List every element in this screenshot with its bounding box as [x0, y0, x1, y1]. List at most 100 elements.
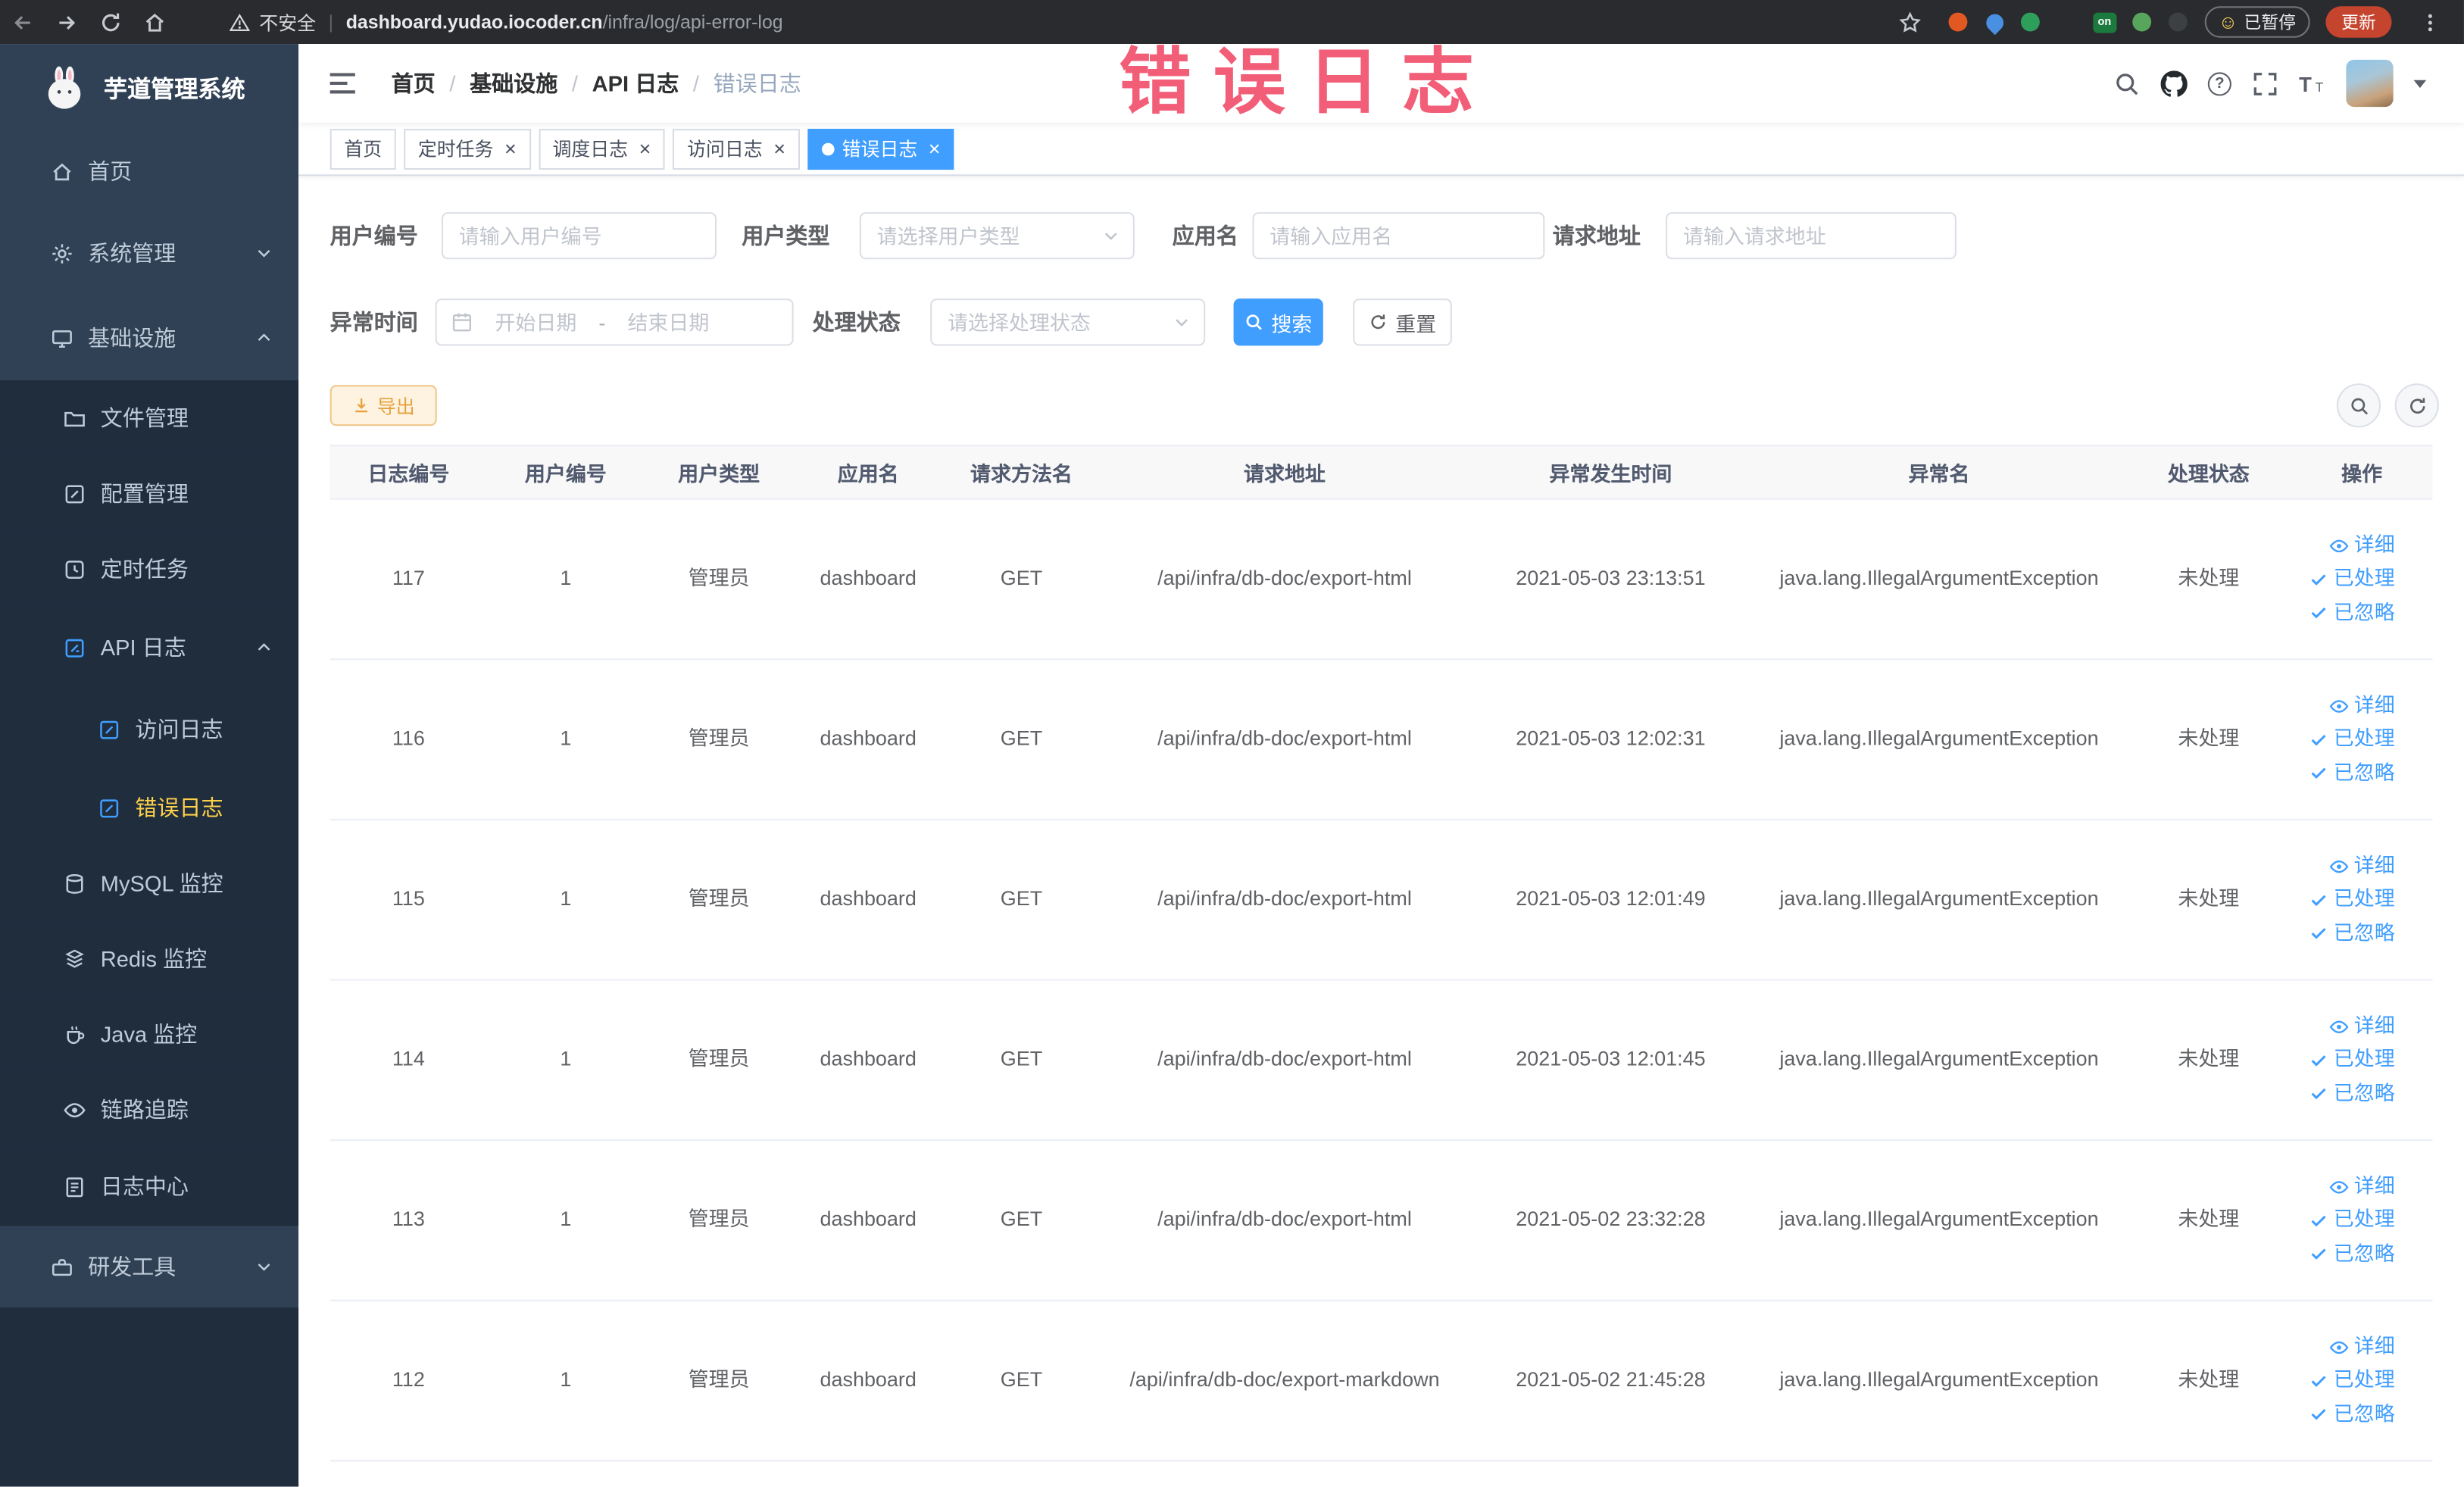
bookmark-star-icon[interactable]	[1888, 0, 1932, 44]
close-icon[interactable]: ×	[773, 139, 785, 159]
search-button-label: 搜索	[1271, 311, 1313, 336]
fullscreen-icon[interactable]	[2252, 70, 2278, 96]
close-icon[interactable]: ×	[639, 139, 651, 159]
sidebar-item-api-log[interactable]: API 日志	[0, 606, 299, 689]
processed-link[interactable]: 已处理	[2309, 1367, 2395, 1395]
tab-job[interactable]: 定时任务 ×	[404, 128, 531, 170]
sidebar-item-access-log[interactable]: 访问日志	[0, 688, 299, 770]
browser-menu-icon[interactable]	[2407, 0, 2451, 44]
user-type-select-input[interactable]	[860, 214, 1133, 258]
app-name-input[interactable]	[1254, 214, 1544, 258]
sidebar-item-devtools[interactable]: 研发工具	[0, 1226, 298, 1307]
font-size-icon[interactable]: TT	[2299, 70, 2325, 96]
breadcrumb-item[interactable]: 首页	[392, 67, 436, 98]
sidebar-item-job[interactable]: 定时任务	[0, 531, 299, 607]
ignored-link-label: 已忽略	[2333, 1401, 2395, 1425]
extension-icon[interactable]	[2168, 12, 2188, 33]
cell-user-type: 管理员	[688, 566, 750, 590]
tab-home[interactable]: 首页	[329, 128, 396, 170]
avatar[interactable]	[2346, 59, 2394, 108]
extension-icon[interactable]	[2056, 12, 2077, 33]
detail-link[interactable]: 详细	[2329, 1173, 2395, 1201]
cell-user-type: 管理员	[688, 1367, 750, 1392]
detail-link[interactable]: 详细	[2329, 1012, 2395, 1041]
sidebar-item-home[interactable]: 首页	[0, 132, 298, 211]
processed-link[interactable]: 已处理	[2309, 565, 2395, 594]
breadcrumb-item[interactable]: API 日志	[592, 67, 679, 98]
reload-icon[interactable]	[88, 0, 132, 44]
extension-icon[interactable]	[1948, 12, 1969, 33]
tab-schedule-log[interactable]: 调度日志 ×	[538, 128, 666, 170]
breadcrumb-item[interactable]: 基础设施	[470, 67, 557, 98]
sidebar-item-system[interactable]: 系统管理	[0, 211, 298, 295]
detail-link[interactable]: 详细	[2329, 692, 2395, 720]
extension-on-badge[interactable]: on	[2092, 11, 2116, 33]
processed-link-label: 已处理	[2333, 1367, 2395, 1392]
security-label: 不安全	[259, 11, 317, 34]
address-bar[interactable]: 不安全 | dashboard.yudao.iocoder.cn/infra/l…	[229, 8, 783, 35]
detail-link[interactable]: 详细	[2329, 532, 2395, 561]
search-button[interactable]: 搜索	[1233, 298, 1323, 346]
refresh-icon	[1371, 314, 1385, 330]
hamburger-icon[interactable]	[329, 70, 357, 95]
reset-button[interactable]: 重置	[1353, 298, 1452, 346]
end-date-input[interactable]	[605, 300, 732, 345]
help-icon[interactable]: ?	[2207, 71, 2231, 95]
sidebar-item-mysql[interactable]: MySQL 监控	[0, 845, 299, 921]
close-icon[interactable]: ×	[504, 139, 517, 159]
search-icon[interactable]	[2113, 70, 2140, 96]
extension-icon[interactable]	[1982, 9, 2007, 35]
processed-link[interactable]: 已处理	[2309, 1206, 2395, 1235]
sidebar-item-log-center[interactable]: 日志中心	[0, 1147, 299, 1226]
log-edit-icon	[100, 720, 119, 739]
detail-link-label: 详细	[2353, 693, 2395, 717]
date-range-picker[interactable]: -	[435, 298, 794, 346]
export-button[interactable]: 导出	[329, 385, 437, 426]
user-type-select[interactable]	[859, 212, 1135, 260]
sidebar-item-error-log[interactable]: 错误日志	[0, 770, 299, 846]
detail-link[interactable]: 详细	[2329, 852, 2395, 881]
sidebar-item-config[interactable]: 配置管理	[0, 455, 299, 532]
browser-update-button[interactable]: 更新	[2325, 6, 2392, 38]
sidebar-item-file[interactable]: 文件管理	[0, 380, 299, 456]
extension-icon[interactable]	[2132, 12, 2153, 33]
sidebar-item-redis[interactable]: Redis 监控	[0, 920, 299, 997]
processed-link[interactable]: 已处理	[2309, 886, 2395, 914]
processed-link[interactable]: 已处理	[2309, 1045, 2395, 1074]
ignored-link[interactable]: 已忽略	[2309, 919, 2395, 948]
forward-icon[interactable]	[44, 0, 88, 44]
process-status-select-input[interactable]	[932, 300, 1204, 345]
log-edit-icon	[65, 638, 84, 657]
detail-link[interactable]: 详细	[2329, 1333, 2395, 1362]
close-icon[interactable]: ×	[929, 139, 941, 159]
cell-status: 未处理	[2178, 1367, 2240, 1392]
start-date-input[interactable]	[473, 300, 599, 345]
ignored-link[interactable]: 已忽略	[2309, 1239, 2395, 1268]
user-id-input[interactable]	[443, 214, 715, 258]
sidebar-item-label: 日志中心	[100, 1173, 189, 1199]
process-status-select[interactable]	[930, 298, 1206, 346]
back-icon[interactable]	[0, 0, 44, 44]
sidebar-item-label: 访问日志	[135, 717, 223, 742]
sidebar-item-trace[interactable]: 链路追踪	[0, 1071, 299, 1148]
caret-down-icon[interactable]	[2413, 79, 2427, 88]
home-icon[interactable]	[132, 0, 176, 44]
toggle-search-button[interactable]	[2336, 383, 2381, 428]
ignored-link[interactable]: 已忽略	[2309, 758, 2395, 787]
request-url-input[interactable]	[1667, 214, 1955, 258]
cell-request-url: /api/infra/db-doc/export-html	[1157, 566, 1412, 590]
extension-icon[interactable]	[2020, 12, 2041, 33]
check-icon	[2311, 1376, 2326, 1387]
refresh-table-button[interactable]	[2394, 383, 2439, 428]
sidebar-item-infra[interactable]: 基础设施	[0, 295, 298, 380]
paused-extension-button[interactable]: ☺ 已暂停	[2204, 6, 2310, 38]
processed-link[interactable]: 已处理	[2309, 725, 2395, 754]
ignored-link[interactable]: 已忽略	[2309, 1079, 2395, 1107]
tab-access-log[interactable]: 访问日志 ×	[673, 128, 800, 170]
ignored-link[interactable]: 已忽略	[2309, 1400, 2395, 1429]
github-icon[interactable]	[2160, 70, 2188, 96]
sidebar-item-java[interactable]: Java 监控	[0, 996, 299, 1072]
ignored-link[interactable]: 已忽略	[2309, 598, 2395, 627]
table-row: 116 1 管理员 dashboard GET /api/infra/db-do…	[329, 660, 2433, 820]
tab-error-log[interactable]: 错误日志 ×	[807, 128, 955, 170]
